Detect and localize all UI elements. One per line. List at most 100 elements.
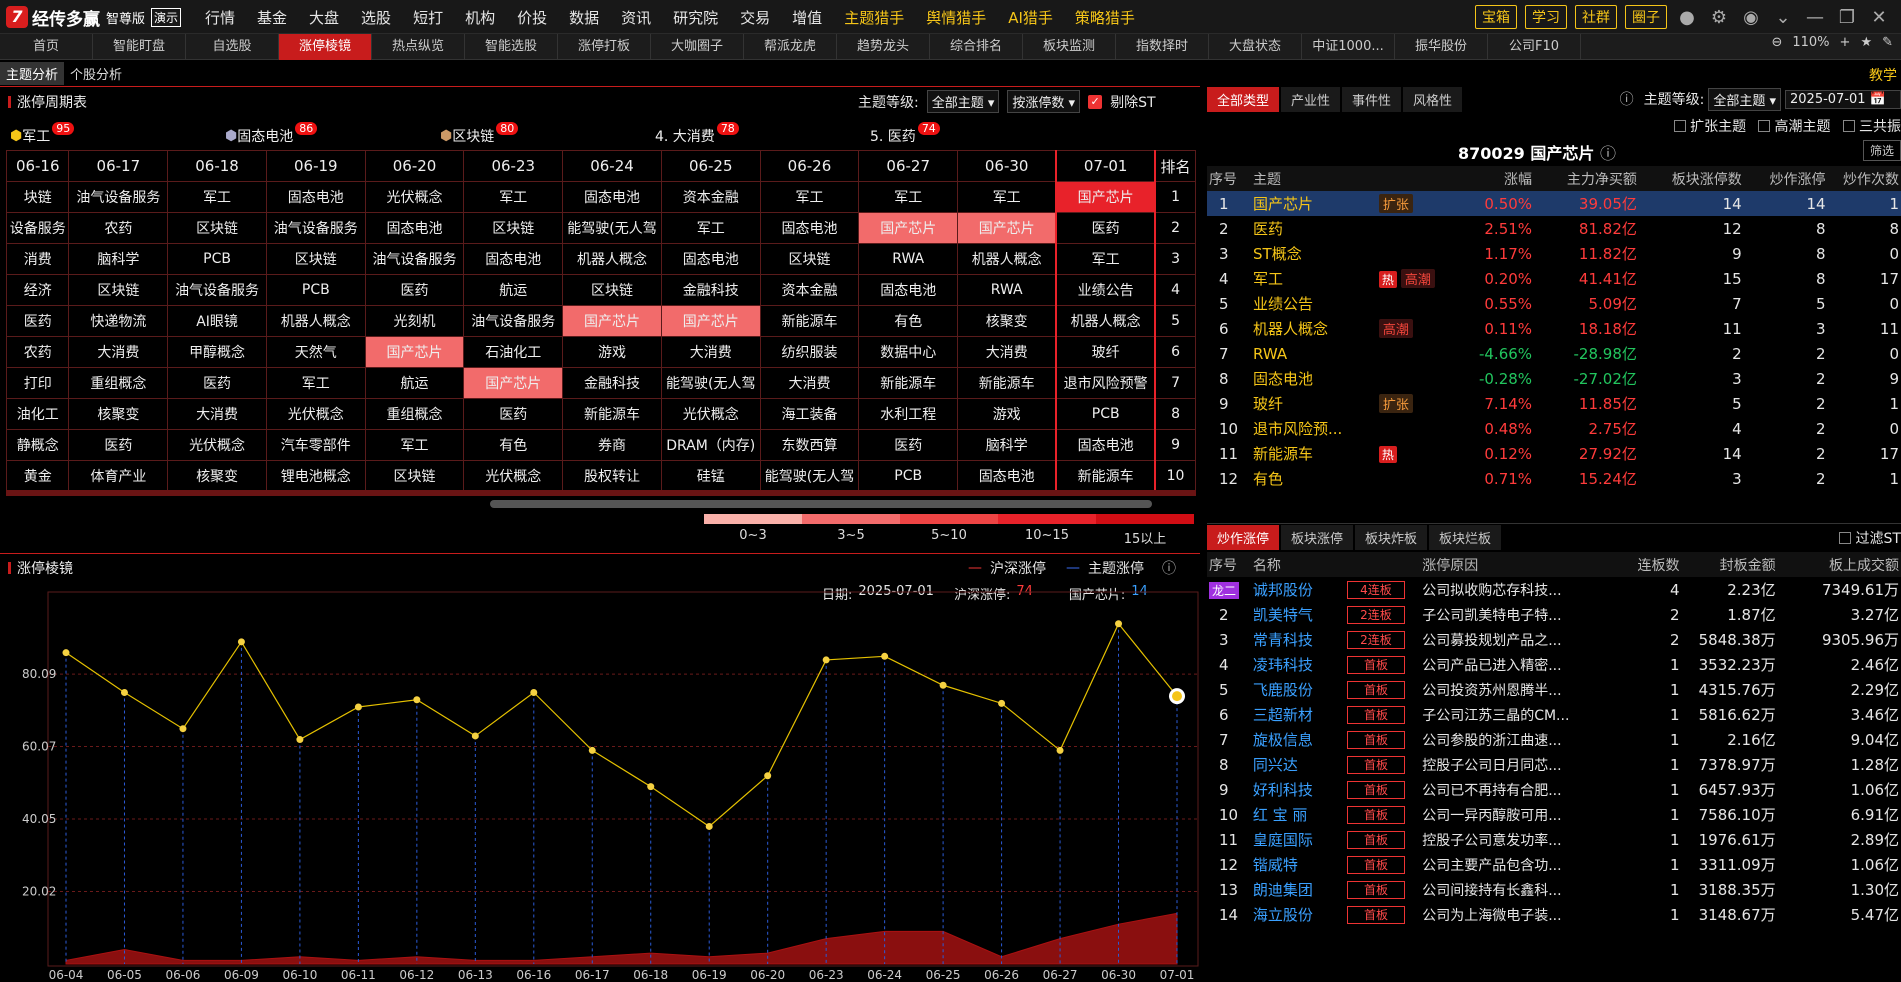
theme-cell[interactable]: PCB [858,460,959,492]
theme-cell[interactable]: 医药 [364,274,465,306]
sort-select[interactable]: 按涨停数 ▾ [1007,90,1081,113]
theme-cell[interactable]: 国产芯片 [463,367,564,399]
date-header[interactable]: 06-24 [562,150,662,182]
theme-name[interactable]: 固态电池 [1251,366,1377,391]
theme-name[interactable]: RWA [1251,341,1377,366]
tab-hype-limit-up[interactable]: 炒作涨停 [1207,525,1280,550]
hot-theme-4[interactable]: 4. 大消费 78 [655,121,739,146]
theme-cell[interactable]: 光刻机 [364,305,465,337]
theme-cell[interactable]: RWA [858,243,959,275]
theme-cell[interactable]: 金融科技 [660,274,761,306]
limit-up-reason[interactable]: 公司已不再持有合肥... [1420,777,1606,802]
stock-name[interactable]: 凌玮科技 [1251,652,1345,677]
stock-name[interactable]: 锴威特 [1251,852,1345,877]
theme-cell[interactable]: 核聚变 [68,398,169,430]
stock-row[interactable]: 11 皇庭国际 首板 控股子公司意发功率... 1 1976.61万 2.89亿 [1207,827,1901,852]
theme-cell[interactable]: 医药 [68,429,169,461]
theme-cell[interactable]: 有色 [858,305,959,337]
top-menu-item[interactable]: AI猎手 [997,7,1064,28]
horizontal-scrollbar-thumb[interactable] [490,500,1152,508]
limit-up-reason[interactable]: 子公司江苏三晶的CM... [1420,702,1606,727]
theme-cell[interactable]: 新能源车 [957,367,1057,399]
tab-item[interactable]: 首页 [0,33,93,60]
theme-cell[interactable]: 区块链 [265,243,366,275]
stock-col-header[interactable]: 板上成交额 [1778,552,1901,577]
theme-cell[interactable]: 玻纤 [1055,336,1157,368]
top-menu-item[interactable]: 研究院 [662,7,729,28]
prism-chart[interactable]: 80.09 60.07 40.05 20.02 06-04 06-05 06-06 06-09… [0,554,1200,982]
tab-all-types[interactable]: 全部类型 [1207,86,1280,112]
exclude-st-checkbox[interactable]: ✓ [1088,94,1103,109]
stock-name[interactable]: 好利科技 [1251,777,1345,802]
top-menu-item[interactable]: 基金 [246,7,298,28]
treasure-button[interactable]: 宝箱 [1475,5,1517,29]
theme-row[interactable]: 10 退市风险预... 0.48% 2.75亿 4 2 0 [1207,416,1901,441]
limit-up-reason[interactable]: 公司参股的浙江曲速... [1420,727,1606,752]
level-select[interactable]: 全部主题 ▾ [926,90,1000,113]
theme-cell[interactable]: 退市风险预警 [1055,367,1157,399]
theme-cell[interactable]: 股权转让 [562,460,662,492]
theme-cell[interactable]: 油气设备服务 [463,305,564,337]
tab-item[interactable]: 板块监测 [1023,33,1116,60]
theme-cell[interactable]: PCB [1055,398,1157,430]
triple-resonance-checkbox[interactable]: 三共振 [1842,116,1901,136]
theme-cell[interactable]: 医药 [167,367,267,399]
community-button[interactable]: 社群 [1575,5,1617,29]
stock-row[interactable]: 5 飞鹿股份 首板 公司投资苏州恩腾半... 1 4315.76万 2.29亿 [1207,677,1901,702]
theme-cell[interactable]: 体育产业 [68,460,169,492]
limit-up-reason[interactable]: 公司募投规划产品之... [1420,627,1606,652]
tab-item[interactable]: 振华股份 [1395,33,1488,60]
theme-cell[interactable]: 油化工 [5,398,70,430]
theme-cell[interactable]: 黄金 [5,460,70,492]
theme-cell[interactable]: 区块链 [759,243,860,275]
theme-col-header[interactable] [1377,166,1450,191]
theme-col-header[interactable]: 板块涨停数 [1639,166,1744,191]
tab-item[interactable]: 大盘状态 [1209,33,1302,60]
theme-name[interactable]: 机器人概念 [1251,316,1377,341]
limit-up-reason[interactable]: 控股子公司意发功率... [1420,827,1606,852]
date-header[interactable]: 06-16 [5,150,70,182]
theme-cell[interactable]: 新能源车 [562,398,662,430]
theme-name[interactable]: 新能源车 [1251,441,1377,466]
theme-cell[interactable]: 新能源车 [759,305,860,337]
theme-cell[interactable]: 军工 [364,429,465,461]
top-menu-item[interactable]: 资讯 [610,7,662,28]
stock-name[interactable]: 三超新材 [1251,702,1345,727]
top-menu-item[interactable]: 选股 [350,7,402,28]
theme-cell[interactable]: 海工装备 [759,398,860,430]
theme-cell[interactable]: 国产芯片 [957,212,1057,244]
tab-sector-limit-up[interactable]: 板块涨停 [1281,525,1354,550]
theme-name[interactable]: 退市风险预... [1251,416,1377,441]
tab-item[interactable]: 涨停棱镜 [279,33,372,60]
limit-up-reason[interactable]: 公司为上海微电子装... [1420,902,1606,927]
theme-cell[interactable]: 块链 [5,181,70,213]
theme-cell[interactable]: 军工 [1055,243,1157,275]
demo-badge[interactable]: 演示 [151,7,182,27]
theme-cell[interactable]: 机器人概念 [265,305,366,337]
theme-cell[interactable]: 金融科技 [562,367,662,399]
date-header[interactable]: 06-30 [957,150,1057,182]
theme-cell[interactable]: 水利工程 [858,398,959,430]
limit-up-reason[interactable]: 子公司凯美特电子特... [1420,602,1606,627]
theme-col-header[interactable]: 炒作涨停 [1744,166,1828,191]
theme-cell[interactable]: 快递物流 [68,305,169,337]
climax-theme-checkbox[interactable]: 高潮主题 [1758,116,1831,136]
hot-theme-2[interactable]: ⬢ 固态电池 86 [225,121,318,146]
theme-cell[interactable]: 大消费 [957,336,1057,368]
stock-row[interactable]: 龙二 诚邦股份 4连板 公司拟收购芯存科技... 4 2.23亿 7349.61万 [1207,577,1901,602]
stock-name[interactable]: 飞鹿股份 [1251,677,1345,702]
theme-row[interactable]: 8 固态电池 -0.28% -27.02亿 3 2 9 [1207,366,1901,391]
theme-cell[interactable]: 设备服务 [5,212,70,244]
theme-cell[interactable]: 军工 [858,181,959,213]
stock-col-header[interactable]: 封板金额 [1681,552,1777,577]
learn-button[interactable]: 学习 [1525,5,1567,29]
stock-row[interactable]: 9 好利科技 首板 公司已不再持有合肥... 1 6457.93万 1.06亿 [1207,777,1901,802]
theme-cell[interactable]: 农药 [68,212,169,244]
theme-name[interactable]: ST概念 [1251,241,1377,266]
theme-cell[interactable]: AI眼镜 [167,305,267,337]
tab-item[interactable]: 帮派龙虎 [744,33,837,60]
theme-col-header[interactable]: 涨幅 [1450,166,1534,191]
tab-item[interactable]: 热点纵览 [372,33,465,60]
date-header[interactable]: 06-26 [759,150,860,182]
circle-button[interactable]: 圈子 [1625,5,1667,29]
